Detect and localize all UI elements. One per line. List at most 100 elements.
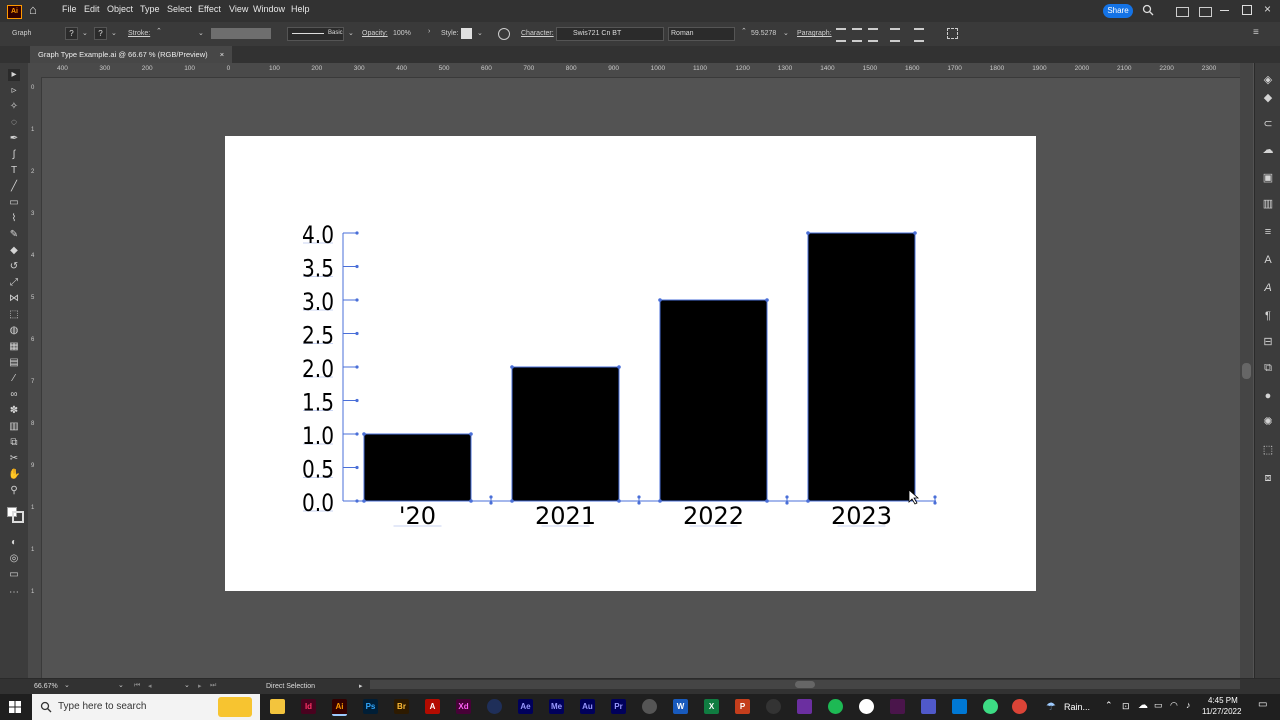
bar-anchor-point[interactable]: [617, 365, 621, 369]
y-tick-label[interactable]: 4.0: [302, 221, 334, 249]
line-tool-icon[interactable]: ╱: [8, 181, 20, 193]
status-menu-icon[interactable]: ▸: [359, 682, 363, 690]
hand-tool-icon[interactable]: ✋: [8, 469, 20, 481]
x-category-label[interactable]: '20: [399, 502, 436, 530]
home-icon[interactable]: ⌂: [29, 2, 37, 17]
y-tick-label[interactable]: 3.5: [302, 255, 334, 283]
color-panel-icon[interactable]: ▣: [1261, 171, 1275, 185]
bar-anchor-point[interactable]: [765, 298, 769, 302]
menu-window[interactable]: Window: [253, 4, 285, 14]
bar[interactable]: [807, 232, 916, 502]
last-artboard-icon[interactable]: ⏭: [210, 682, 216, 690]
y-tick-anchor[interactable]: [355, 231, 359, 235]
slice-tool-icon[interactable]: ✂: [8, 453, 20, 465]
align-left-icon[interactable]: [836, 28, 846, 42]
audition-icon[interactable]: Au: [580, 699, 595, 714]
horizontal-ruler[interactable]: 400 300 200 100 0 100 200 300 400 500 600 700 800 900…: [41, 63, 1240, 78]
font-style-field[interactable]: Roman: [668, 27, 735, 41]
bar-anchor-point[interactable]: [658, 298, 662, 302]
bar-anchor-point[interactable]: [617, 499, 621, 503]
stroke-panel-icon[interactable]: ≡: [1261, 225, 1275, 239]
bar-anchor-point[interactable]: [806, 231, 810, 235]
slack-icon[interactable]: [890, 699, 905, 714]
itunes-icon[interactable]: [859, 699, 874, 714]
weather-text[interactable]: Rain...: [1064, 702, 1090, 712]
file-explorer-icon[interactable]: [270, 699, 285, 714]
document-tab-close-icon[interactable]: ×: [220, 50, 224, 59]
share-button[interactable]: Share: [1103, 4, 1133, 18]
y-tick-anchor[interactable]: [355, 331, 359, 336]
x-category-label[interactable]: 2022: [683, 502, 744, 530]
color-mode-icon[interactable]: ◐: [8, 537, 20, 549]
shape-builder-tool-icon[interactable]: ◍: [8, 325, 20, 337]
pen-tool-icon[interactable]: ✒: [8, 133, 20, 145]
eyedropper-tool-icon[interactable]: ⁄: [8, 373, 20, 385]
stroke-swatch[interactable]: ?: [94, 27, 107, 40]
font-size-field[interactable]: 59.5278: [751, 30, 776, 37]
transform-panel-icon[interactable]: ⧈: [1261, 471, 1275, 485]
x-tick-anchor[interactable]: [637, 501, 641, 505]
bar-anchor-point[interactable]: [469, 499, 473, 503]
perspective-grid-tool-icon[interactable]: ▦: [8, 341, 20, 353]
bar-anchor-point[interactable]: [469, 432, 473, 436]
curvature-tool-icon[interactable]: ∫: [8, 149, 20, 161]
brush-dropdown-icon[interactable]: ⌄: [348, 29, 354, 37]
bar-anchor-point[interactable]: [658, 499, 662, 503]
search-icon[interactable]: [1142, 4, 1154, 16]
illustrator-icon[interactable]: Ai: [332, 699, 347, 716]
indesign-icon[interactable]: Id: [301, 699, 316, 714]
menu-help[interactable]: Help: [291, 4, 310, 14]
y-tick-label[interactable]: 2.5: [302, 322, 334, 350]
vertical-scroll-thumb[interactable]: [1242, 363, 1251, 379]
y-tick-label[interactable]: 0.5: [302, 456, 334, 484]
x-tick-anchor[interactable]: [637, 495, 641, 499]
menu-file[interactable]: File: [62, 4, 77, 14]
excel-icon[interactable]: X: [704, 699, 719, 714]
menu-edit[interactable]: Edit: [84, 4, 100, 14]
media-encoder-icon[interactable]: Me: [549, 699, 564, 714]
gradient-panel-icon[interactable]: ▥: [1261, 197, 1275, 211]
draw-mode-icon[interactable]: ◎: [8, 553, 20, 565]
opacity-label[interactable]: Opacity:: [362, 30, 388, 37]
volume-icon[interactable]: ♪: [1186, 700, 1191, 710]
word-icon[interactable]: W: [673, 699, 688, 714]
y-tick-anchor[interactable]: [355, 432, 359, 436]
clock-date[interactable]: 11/27/2022: [1202, 707, 1241, 716]
bar[interactable]: [511, 366, 620, 502]
y-tick-anchor[interactable]: [355, 365, 359, 369]
artboard[interactable]: 0.0 0.5 1.0 1.5 2.0 2.5 3.0 3.5 4.0 '20 2021 2022 20…: [225, 136, 1036, 591]
font-family-field[interactable]: Swis721 Cn BT: [556, 27, 664, 41]
xd-icon[interactable]: Xd: [456, 699, 471, 714]
vertical-scrollbar[interactable]: [1240, 63, 1253, 678]
bar-anchor-point[interactable]: [806, 499, 810, 503]
windows-start-icon[interactable]: [9, 701, 21, 713]
more-tools-icon[interactable]: ⋯: [8, 587, 20, 599]
y-tick-anchor[interactable]: [355, 499, 359, 503]
clock-time[interactable]: 4:45 PM: [1208, 696, 1238, 705]
x-tick-anchor[interactable]: [933, 495, 937, 499]
bullets-icon[interactable]: [890, 28, 900, 42]
style-dropdown-icon[interactable]: ⌄: [477, 29, 483, 37]
vertical-ruler[interactable]: 0 1 2 3 4 5 6 7 8 9 1 1 1: [28, 77, 42, 678]
align-center-icon[interactable]: [852, 28, 862, 42]
android-icon[interactable]: [983, 699, 998, 714]
x-tick-anchor[interactable]: [933, 501, 937, 505]
davinci-icon[interactable]: [766, 699, 781, 714]
font-size-dropdown-icon[interactable]: ⌄: [783, 29, 789, 37]
clock-app-icon[interactable]: [642, 699, 657, 714]
paintbrush-tool-icon[interactable]: ⌇: [8, 213, 20, 225]
align-right-icon[interactable]: [868, 28, 878, 42]
after-effects-icon[interactable]: Ae: [518, 699, 533, 714]
artboard-nav-dropdown-icon[interactable]: ⌄: [118, 681, 124, 689]
symbol-sprayer-tool-icon[interactable]: ✽: [8, 405, 20, 417]
arrange-icon[interactable]: [1199, 7, 1212, 17]
pathfinder-panel-icon[interactable]: ⧉: [1261, 361, 1275, 375]
minimize-icon[interactable]: [1220, 10, 1229, 11]
bar-anchor-point[interactable]: [510, 365, 514, 369]
y-tick-label[interactable]: 0.0: [302, 489, 334, 517]
align-panel-icon[interactable]: ⊟: [1261, 335, 1275, 349]
rectangle-tool-icon[interactable]: ▭: [8, 197, 20, 209]
graph-tool-icon[interactable]: ▥: [8, 421, 20, 433]
menu-object[interactable]: Object: [107, 4, 133, 14]
selection-tool-icon[interactable]: ▸: [8, 69, 20, 81]
